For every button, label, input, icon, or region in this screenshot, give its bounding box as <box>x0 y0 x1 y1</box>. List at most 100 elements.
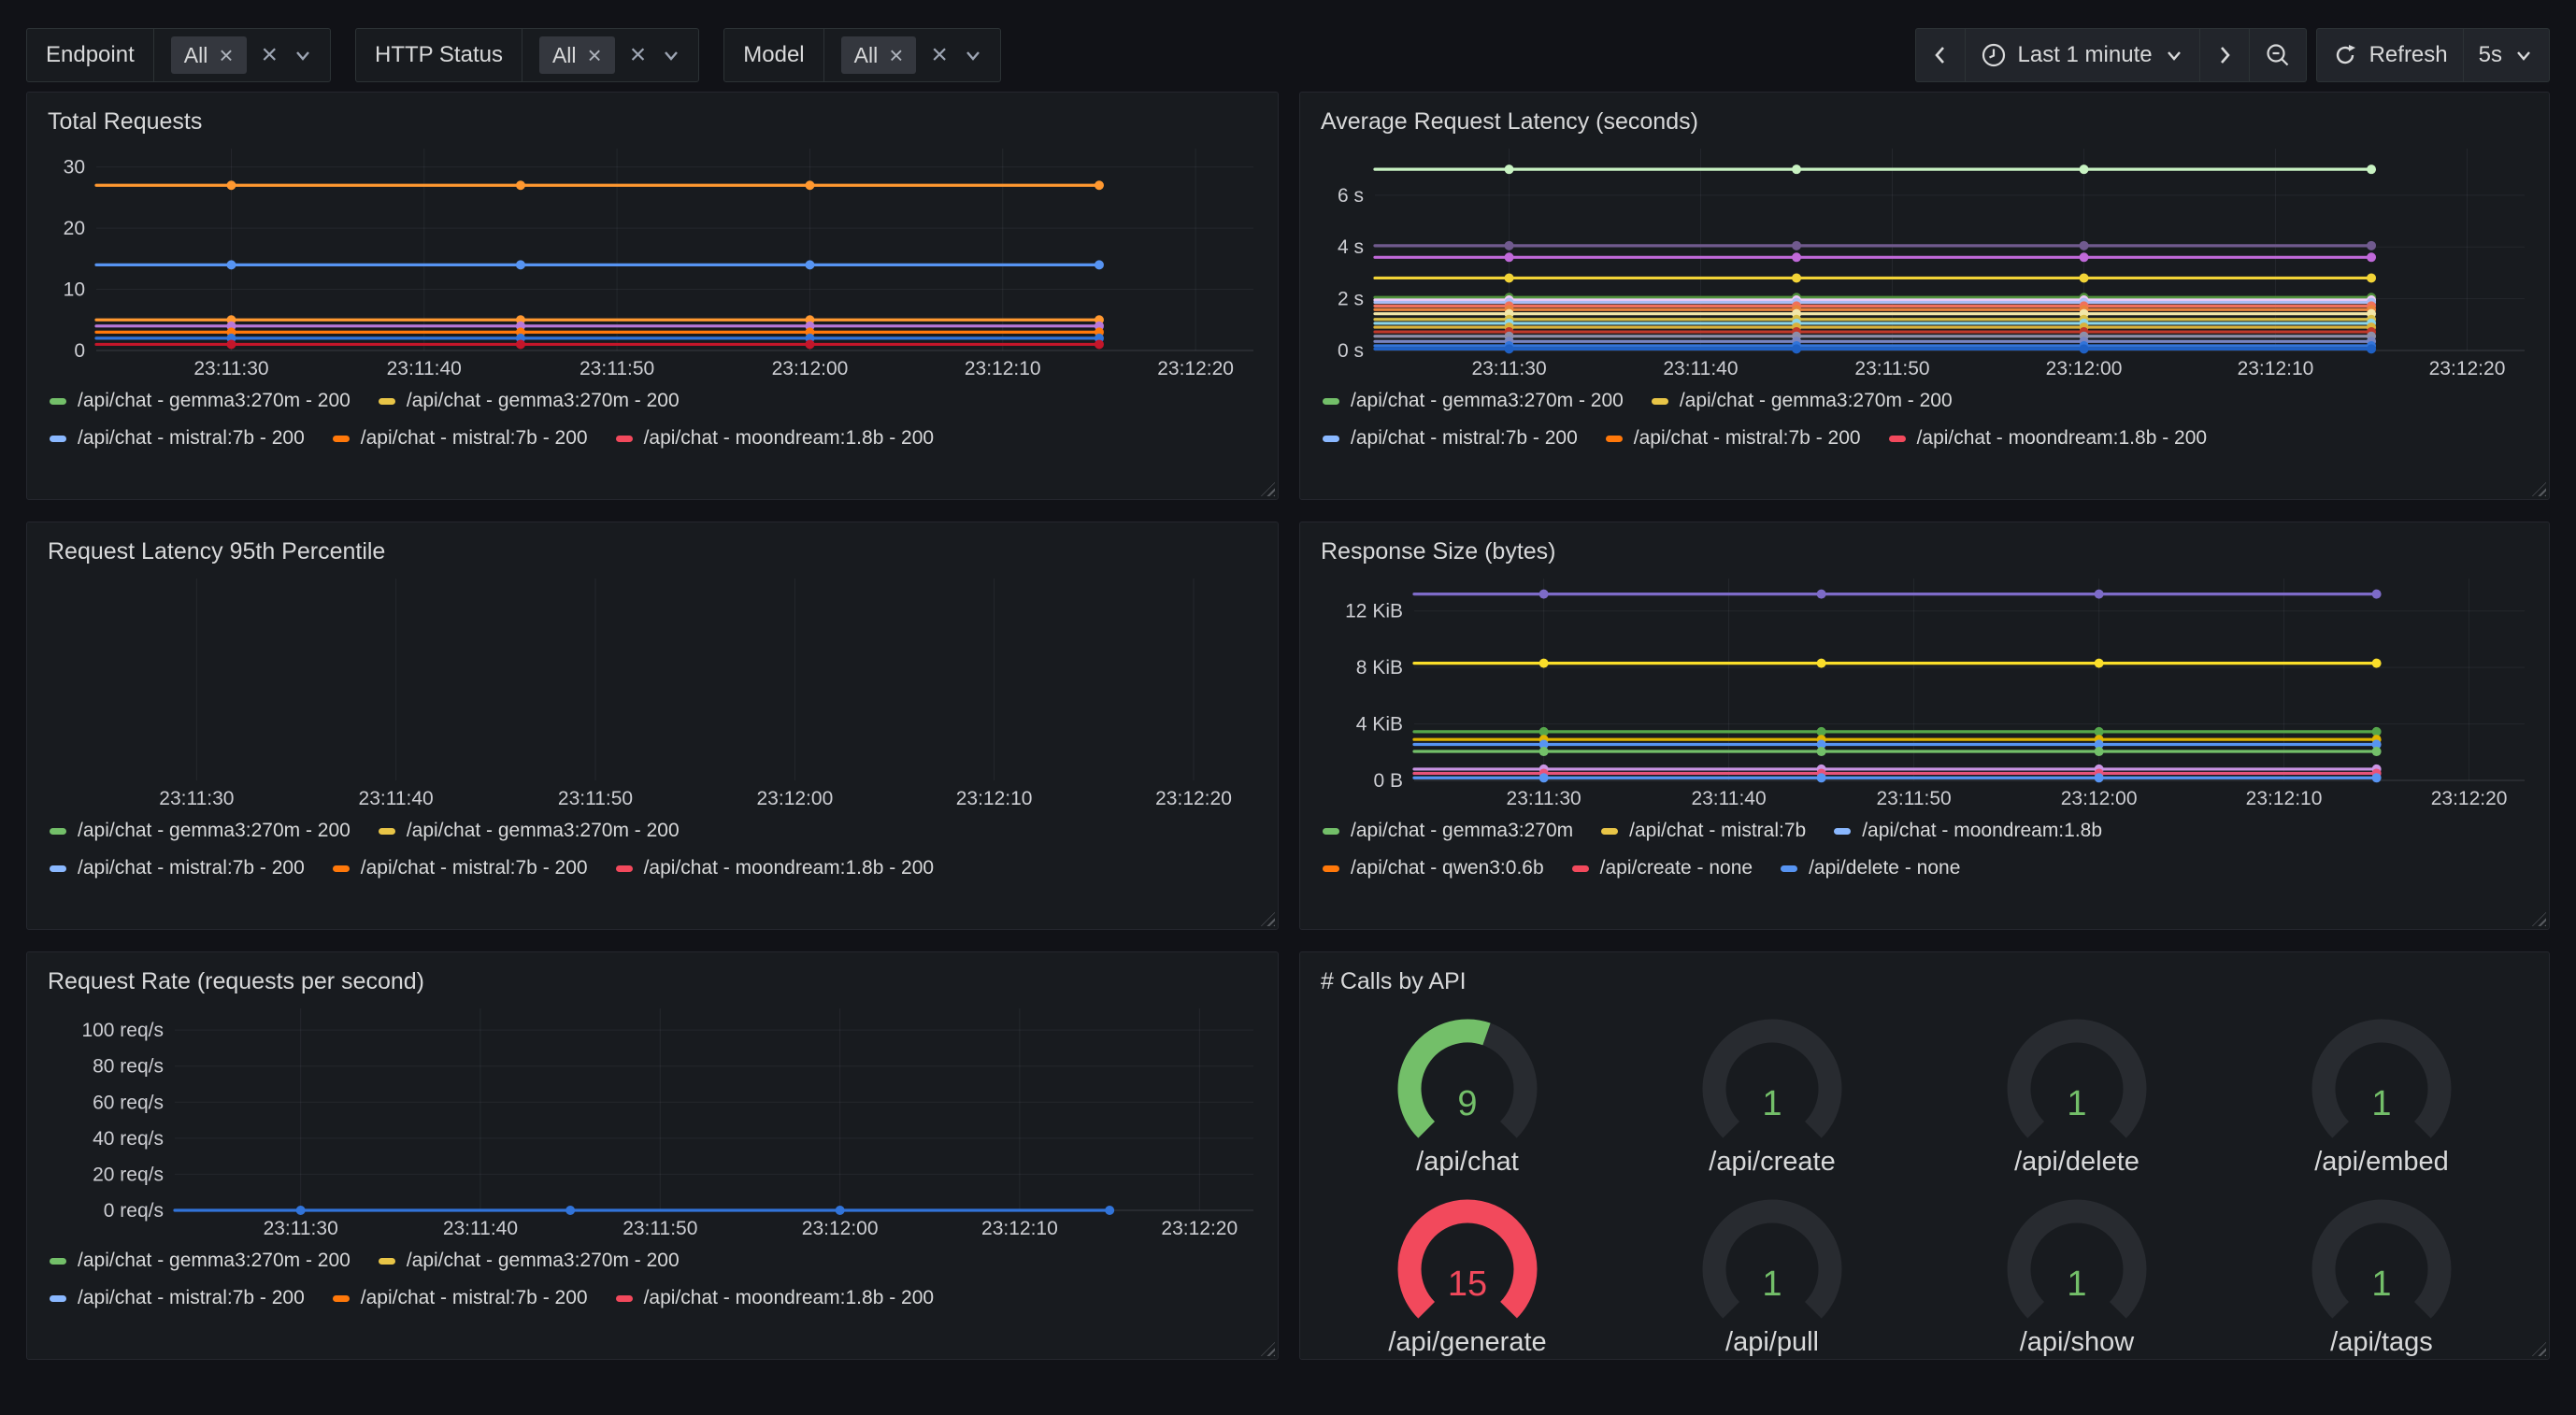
panel-resize-handle[interactable] <box>2532 912 2546 926</box>
filter-chip[interactable]: All × <box>841 36 917 74</box>
legend-item[interactable]: /api/chat - moondream:1.8b - 200 <box>1889 427 2208 450</box>
time-range-picker-button[interactable]: Last 1 minute <box>1966 28 2200 82</box>
legend-item[interactable]: /api/chat - qwen3:0.6b <box>1323 857 1544 879</box>
filter-chip[interactable]: All × <box>539 36 615 74</box>
legend-item[interactable]: /api/chat - mistral:7b - 200 <box>333 1287 588 1309</box>
legend-color-chip <box>333 865 350 872</box>
clear-filter-icon[interactable]: × <box>931 41 948 69</box>
panel-resize-handle[interactable] <box>2532 1342 2546 1356</box>
legend-item[interactable]: /api/chat - moondream:1.8b - 200 <box>616 427 935 450</box>
panel-resize-handle[interactable] <box>2532 482 2546 496</box>
panel-request-rate: Request Rate (requests per second) 0 req… <box>26 951 1279 1360</box>
legend-color-chip <box>379 1258 395 1265</box>
panel-title[interactable]: # Calls by API <box>1315 964 2534 999</box>
chevron-down-icon[interactable] <box>293 45 313 65</box>
remove-value-icon[interactable]: × <box>588 43 602 67</box>
time-shift-forward-button[interactable] <box>2200 28 2250 82</box>
gauge-value: 1 <box>2067 1084 2086 1123</box>
svg-text:23:12:20: 23:12:20 <box>1161 1218 1238 1239</box>
filter-http-status: HTTP Status All × × <box>355 28 699 82</box>
response-size-chart[interactable]: 0 B4 KiB8 KiB12 KiB23:11:3023:11:4023:11… <box>1315 571 2534 812</box>
panel-response-size: Response Size (bytes) 0 B4 KiB8 KiB12 Ki… <box>1299 522 2550 930</box>
panel-title[interactable]: Response Size (bytes) <box>1315 534 2534 569</box>
legend-item[interactable]: /api/chat - gemma3:270m <box>1323 820 1573 842</box>
filter-value-area[interactable]: All × × <box>154 29 330 81</box>
filter-chip-text: All <box>854 43 879 68</box>
svg-text:23:11:30: 23:11:30 <box>1471 358 1546 379</box>
filter-chip[interactable]: All × <box>171 36 247 74</box>
chart-legend: /api/chat - gemma3:270m/api/chat - mistr… <box>1315 820 2534 879</box>
legend-label: /api/chat - gemma3:270m - 200 <box>1680 390 1953 412</box>
panel-title[interactable]: Average Request Latency (seconds) <box>1315 104 2534 139</box>
gauge: 1/api/create <box>1620 1012 1925 1178</box>
refresh-interval-button[interactable]: 5s <box>2464 28 2550 82</box>
svg-text:8 KiB: 8 KiB <box>1356 657 1403 679</box>
legend-color-chip <box>1323 828 1339 835</box>
legend-row: /api/chat - gemma3:270m - 200/api/chat -… <box>50 1250 1263 1272</box>
legend-item[interactable]: /api/delete - none <box>1781 857 1960 879</box>
legend-item[interactable]: /api/chat - gemma3:270m - 200 <box>379 390 680 412</box>
clear-filter-icon[interactable]: × <box>262 41 279 69</box>
svg-text:23:12:10: 23:12:10 <box>981 1218 1058 1239</box>
legend-item[interactable]: /api/chat - gemma3:270m - 200 <box>1652 390 1953 412</box>
zoom-out-icon <box>2265 42 2291 68</box>
legend-item[interactable]: /api/chat - mistral:7b - 200 <box>1323 427 1578 450</box>
chart-legend: /api/chat - gemma3:270m - 200/api/chat -… <box>1315 390 2534 450</box>
panel-resize-handle[interactable] <box>1261 1342 1275 1356</box>
chevron-down-icon[interactable] <box>661 45 681 65</box>
legend-item[interactable]: /api/chat - moondream:1.8b - 200 <box>616 1287 935 1309</box>
legend-item[interactable]: /api/chat - moondream:1.8b <box>1834 820 2102 842</box>
remove-value-icon[interactable]: × <box>219 43 233 67</box>
request-latency-95th-chart[interactable]: 23:11:3023:11:4023:11:5023:12:0023:12:10… <box>42 571 1263 812</box>
panel-title[interactable]: Total Requests <box>42 104 1263 139</box>
panel-resize-handle[interactable] <box>1261 482 1275 496</box>
svg-text:23:12:10: 23:12:10 <box>2238 358 2314 379</box>
filter-value-area[interactable]: All × × <box>522 29 698 81</box>
legend-color-chip <box>50 828 66 835</box>
panel-resize-handle[interactable] <box>1261 912 1275 926</box>
request-rate-chart[interactable]: 0 req/s20 req/s40 req/s60 req/s80 req/s1… <box>42 1001 1263 1242</box>
filter-value-area[interactable]: All × × <box>824 29 1000 81</box>
refresh-button[interactable]: Refresh <box>2316 28 2464 82</box>
legend-item[interactable]: /api/chat - moondream:1.8b - 200 <box>616 857 935 879</box>
svg-text:4 KiB: 4 KiB <box>1356 714 1403 736</box>
legend-item[interactable]: /api/chat - gemma3:270m - 200 <box>379 820 680 842</box>
gauge-label: /api/create <box>1709 1147 1835 1178</box>
svg-text:10: 10 <box>64 279 85 301</box>
legend-item[interactable]: /api/chat - gemma3:270m - 200 <box>50 1250 351 1272</box>
legend-item[interactable]: /api/chat - mistral:7b - 200 <box>333 857 588 879</box>
legend-item[interactable]: /api/chat - mistral:7b - 200 <box>50 857 305 879</box>
time-shift-back-button[interactable] <box>1915 28 1966 82</box>
legend-item[interactable]: /api/chat - gemma3:270m - 200 <box>379 1250 680 1272</box>
legend-item[interactable]: /api/chat - gemma3:270m - 200 <box>50 390 351 412</box>
legend-item[interactable]: /api/chat - mistral:7b <box>1601 820 1806 842</box>
svg-text:23:12:10: 23:12:10 <box>965 358 1041 379</box>
average-request-latency-chart[interactable]: 0 s2 s4 s6 s23:11:3023:11:4023:11:5023:1… <box>1315 141 2534 382</box>
legend-color-chip <box>1652 398 1668 405</box>
legend-label: /api/chat - mistral:7b - 200 <box>78 427 305 450</box>
legend-color-chip <box>1781 865 1797 872</box>
zoom-out-button[interactable] <box>2250 28 2307 82</box>
legend-color-chip <box>1323 865 1339 872</box>
svg-text:80 req/s: 80 req/s <box>93 1056 164 1078</box>
legend-item[interactable]: /api/chat - mistral:7b - 200 <box>50 427 305 450</box>
chevron-down-icon[interactable] <box>963 45 983 65</box>
total-requests-chart[interactable]: 010203023:11:3023:11:4023:11:5023:12:002… <box>42 141 1263 382</box>
legend-color-chip <box>379 828 395 835</box>
legend-item[interactable]: /api/chat - mistral:7b - 200 <box>333 427 588 450</box>
legend-item[interactable]: /api/chat - mistral:7b - 200 <box>1606 427 1861 450</box>
panel-title[interactable]: Request Latency 95th Percentile <box>42 534 1263 569</box>
time-range-label: Last 1 minute <box>2018 42 2153 68</box>
clear-filter-icon[interactable]: × <box>630 41 647 69</box>
legend-item[interactable]: /api/chat - gemma3:270m - 200 <box>1323 390 1624 412</box>
legend-item[interactable]: /api/chat - gemma3:270m - 200 <box>50 820 351 842</box>
remove-value-icon[interactable]: × <box>889 43 903 67</box>
legend-item[interactable]: /api/create - none <box>1572 857 1753 879</box>
legend-row: /api/chat - gemma3:270m - 200/api/chat -… <box>50 820 1263 842</box>
legend-color-chip <box>616 1295 633 1302</box>
gauge-arc: 1 <box>1693 1193 1852 1325</box>
svg-text:20: 20 <box>64 218 85 239</box>
legend-item[interactable]: /api/chat - mistral:7b - 200 <box>50 1287 305 1309</box>
panel-title[interactable]: Request Rate (requests per second) <box>42 964 1263 999</box>
panel-request-latency-95th: Request Latency 95th Percentile 23:11:30… <box>26 522 1279 930</box>
